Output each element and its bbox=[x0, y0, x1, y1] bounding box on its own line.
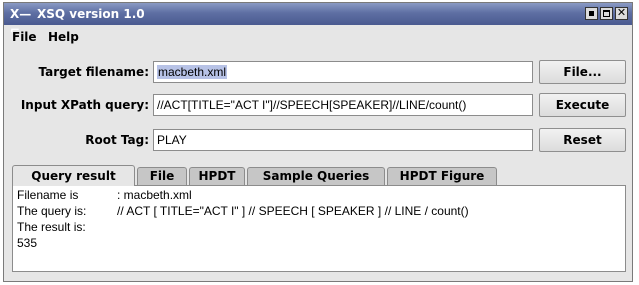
filename-value: : macbeth.xml bbox=[117, 188, 192, 202]
app-window: X—⌐ XSQ version 1.0 ✕ File Help Target f… bbox=[3, 2, 633, 282]
root-tag-label: Root Tag: bbox=[85, 133, 149, 147]
result-label-line: The result is: bbox=[17, 219, 625, 235]
tab-hpdt-figure[interactable]: HPDT Figure bbox=[387, 167, 497, 185]
target-filename-value: macbeth.xml bbox=[157, 65, 228, 79]
maximize-icon bbox=[603, 10, 610, 17]
tab-sample-queries[interactable]: Sample Queries bbox=[247, 167, 385, 185]
execute-button[interactable]: Execute bbox=[539, 93, 626, 117]
tab-file[interactable]: File bbox=[137, 167, 187, 185]
target-filename-label: Target filename: bbox=[38, 65, 149, 79]
target-filename-input[interactable]: macbeth.xml bbox=[153, 61, 533, 83]
maximize-button[interactable] bbox=[600, 7, 613, 20]
title-bar[interactable]: X—⌐ XSQ version 1.0 ✕ bbox=[4, 3, 632, 37]
close-icon: ✕ bbox=[616, 6, 627, 19]
window-controls: ✕ bbox=[585, 6, 628, 20]
tab-query-result[interactable]: Query result bbox=[12, 165, 135, 186]
root-tag-input[interactable]: PLAY bbox=[153, 129, 533, 151]
file-browse-button[interactable]: File... bbox=[539, 60, 626, 84]
menu-bar: File Help bbox=[4, 27, 632, 47]
query-value: // ACT [ TITLE="ACT I" ] // SPEECH [ SPE… bbox=[117, 204, 469, 218]
query-line: The query is: // ACT [ TITLE="ACT I" ] //… bbox=[17, 203, 625, 219]
reset-button[interactable]: Reset bbox=[539, 128, 626, 152]
filename-label: Filename is bbox=[17, 188, 79, 202]
menu-help[interactable]: Help bbox=[48, 29, 79, 45]
query-result-panel[interactable]: Filename is : macbeth.xml The query is: //… bbox=[12, 185, 626, 272]
x-window-icon[interactable]: X—⌐ bbox=[10, 6, 32, 37]
query-label: The query is: bbox=[17, 204, 87, 218]
window-title: XSQ version 1.0 bbox=[37, 7, 145, 21]
minimize-icon bbox=[589, 11, 594, 16]
result-label: The result is: bbox=[17, 220, 86, 234]
xpath-query-input[interactable]: //ACT[TITLE="ACT I"]//SPEECH[SPEAKER]//L… bbox=[153, 94, 533, 116]
minimize-button[interactable] bbox=[585, 7, 598, 20]
tab-hpdt[interactable]: HPDT bbox=[189, 167, 245, 185]
menu-file[interactable]: File bbox=[12, 29, 37, 45]
xpath-query-label: Input XPath query: bbox=[20, 98, 149, 112]
close-button[interactable]: ✕ bbox=[615, 6, 628, 20]
filename-line: Filename is : macbeth.xml bbox=[17, 187, 625, 203]
result-value-line: 535 bbox=[17, 235, 625, 251]
result-value: 535 bbox=[17, 236, 38, 250]
